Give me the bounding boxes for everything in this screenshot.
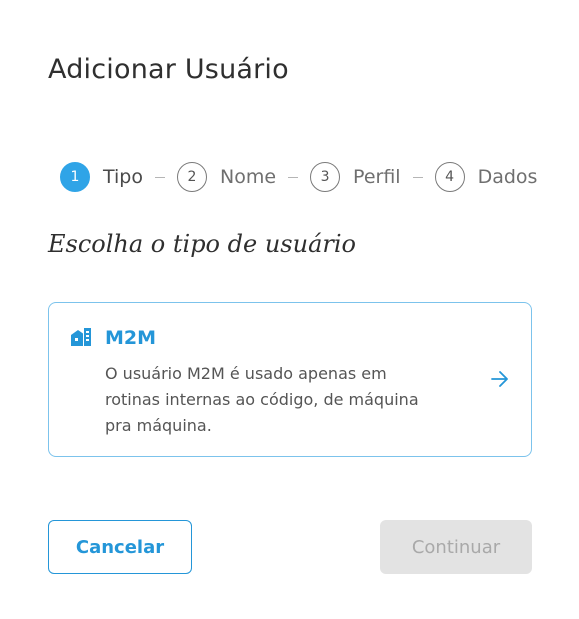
step-label: Dados [477,166,538,188]
step-number: 4 [434,162,465,192]
user-type-card-m2m[interactable]: M2M O usuário M2M é usado apenas em roti… [48,302,532,457]
step-label: Tipo [103,166,143,188]
step-label: Nome [220,166,277,188]
step-number: 3 [310,162,341,192]
step-tipo: 1 Tipo [60,162,143,192]
stepper: 1 Tipo 2 Nome 3 Perfil 4 Dados [60,160,537,194]
add-user-dialog: Adicionar Usuário 1 Tipo 2 Nome 3 Perfil… [0,0,579,619]
continue-button[interactable]: Continuar [380,520,532,574]
arrow-right-icon [491,371,508,387]
step-perfil: 3 Perfil [310,162,401,192]
step-separator [155,176,165,178]
building-icon [71,328,91,346]
step-nome: 2 Nome [177,162,276,192]
user-type-title: M2M [105,327,157,349]
step-separator [412,176,423,178]
dialog-title: Adicionar Usuário [48,54,289,85]
section-subtitle: Escolha o tipo de usuário [48,230,356,258]
step-number: 1 [60,162,90,192]
step-separator [288,176,299,178]
step-dados: 4 Dados [434,162,538,192]
user-type-description: O usuário M2M é usado apenas em rotinas … [105,364,419,435]
step-label: Perfil [353,166,401,188]
cancel-button[interactable]: Cancelar [48,520,192,574]
step-number: 2 [177,162,207,192]
